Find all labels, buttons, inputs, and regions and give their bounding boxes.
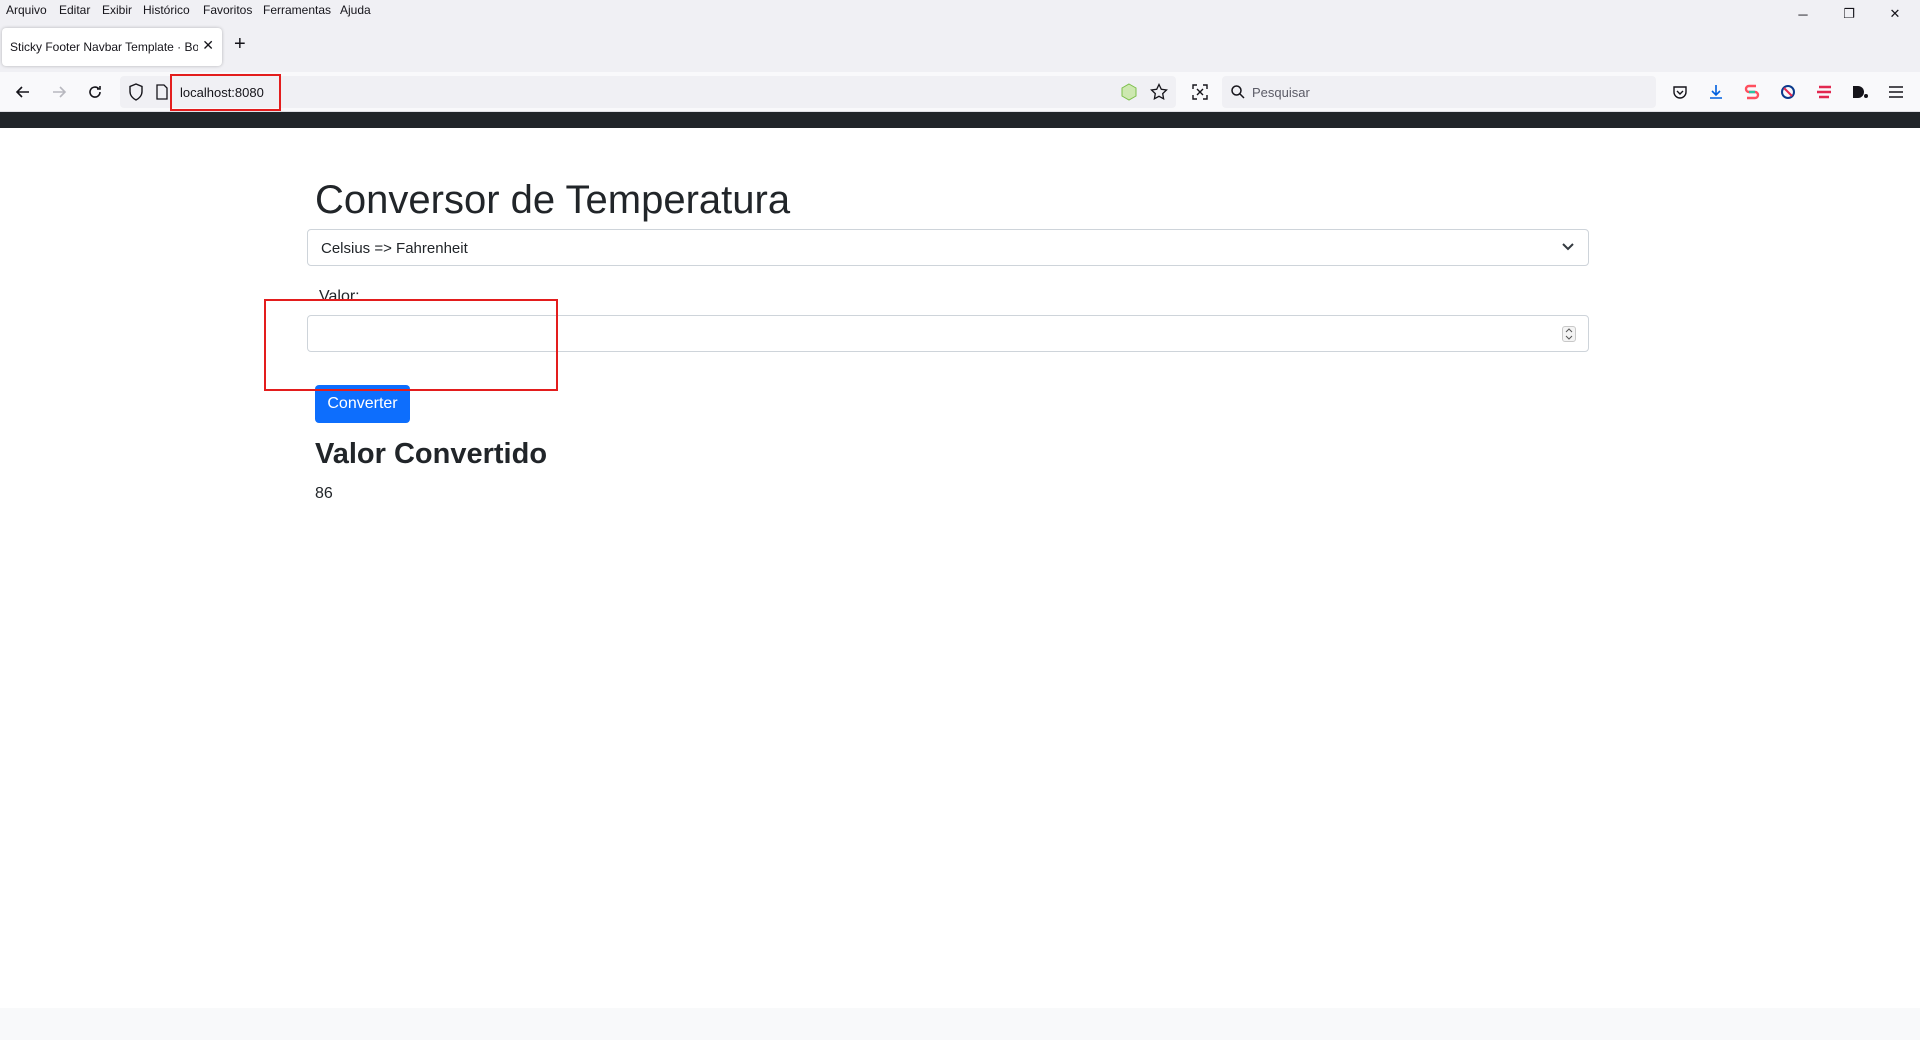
- chevron-down-icon: [1560, 238, 1576, 254]
- search-icon: [1230, 84, 1246, 105]
- extension-lines-icon[interactable]: [1812, 80, 1836, 104]
- page-footer: [0, 1008, 1920, 1040]
- menu-ajuda[interactable]: Ajuda: [340, 3, 371, 17]
- extension-s-icon[interactable]: [1740, 80, 1764, 104]
- conversion-select-value: Celsius => Fahrenheit: [321, 240, 468, 257]
- new-tab-icon[interactable]: +: [234, 34, 246, 54]
- page-content: Conversor de Temperatura Celsius => Fahr…: [0, 128, 1920, 1008]
- tab-title: Sticky Footer Navbar Template · Boo: [10, 40, 198, 54]
- bookmark-star-icon[interactable]: [1150, 82, 1168, 106]
- menu-editar[interactable]: Editar: [59, 3, 90, 17]
- download-icon[interactable]: [1704, 80, 1728, 104]
- menu-arquivo[interactable]: Arquivo: [6, 3, 47, 17]
- arrow-right-icon[interactable]: [47, 80, 71, 104]
- menu-favoritos[interactable]: Favoritos: [203, 3, 252, 17]
- extension-d-icon[interactable]: [1848, 80, 1872, 104]
- reload-icon[interactable]: [83, 80, 107, 104]
- screenshot-icon[interactable]: [1188, 80, 1212, 104]
- search-input[interactable]: Pesquisar: [1252, 85, 1310, 100]
- hamburger-menu-icon[interactable]: [1884, 80, 1908, 104]
- result-highlight-box: [264, 299, 558, 391]
- search-bar[interactable]: Pesquisar: [1222, 76, 1656, 108]
- nav-toolbar: localhost:8080 Pesquisar: [0, 72, 1920, 112]
- result-title: Valor Convertido: [315, 438, 548, 470]
- pocket-icon[interactable]: [1668, 80, 1692, 104]
- menu-bar: Arquivo Editar Exibir Histórico Favorito…: [0, 0, 1920, 22]
- conversion-select[interactable]: Celsius => Fahrenheit: [307, 229, 1589, 266]
- shield-icon[interactable]: [128, 83, 144, 106]
- page-icon: [156, 84, 168, 105]
- tab-close-icon[interactable]: ✕: [202, 37, 214, 54]
- vue-devtools-icon[interactable]: [1120, 83, 1138, 106]
- menu-ferramentas[interactable]: Ferramentas: [263, 3, 331, 17]
- block-icon[interactable]: [1776, 80, 1800, 104]
- number-spinner[interactable]: [1562, 326, 1576, 342]
- page-title: Conversor de Temperatura: [315, 178, 791, 222]
- tab-strip: Sticky Footer Navbar Template · Boo ✕ +: [0, 22, 1920, 72]
- menu-historico[interactable]: Histórico: [143, 3, 190, 17]
- arrow-left-icon[interactable]: [11, 80, 35, 104]
- menu-exibir[interactable]: Exibir: [102, 3, 132, 17]
- result-value: 86: [315, 485, 333, 502]
- tab-active[interactable]: Sticky Footer Navbar Template · Boo ✕: [2, 28, 222, 66]
- site-navbar: [0, 112, 1920, 128]
- url-highlight-box: [170, 74, 281, 111]
